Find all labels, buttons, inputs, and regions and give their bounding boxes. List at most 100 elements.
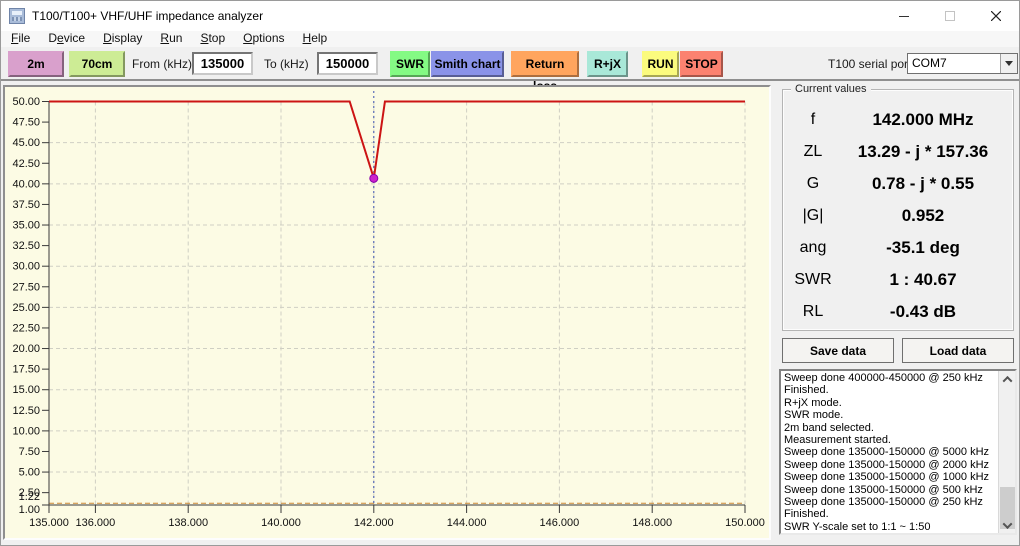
- log-line: Measurement started.: [784, 434, 891, 447]
- log-line: Finished.: [784, 384, 829, 397]
- svg-text:7.50: 7.50: [19, 446, 40, 458]
- swr-chart[interactable]: 50.00 47.50 45.00 42.50 40.00 37.50 35.00 32.50…: [5, 87, 769, 538]
- current-value: 0.78 - j * 0.55: [871, 174, 975, 193]
- svg-text:27.50: 27.50: [12, 281, 40, 293]
- svg-text:5.00: 5.00: [19, 467, 40, 479]
- current-value: -0.43 dB: [889, 302, 957, 321]
- app-icon: [9, 8, 25, 24]
- svg-text:35.00: 35.00: [12, 220, 40, 232]
- menu-item-display[interactable]: Display: [94, 31, 151, 47]
- log-line: Sweep done 135000-150000 @ 1000 kHz: [784, 471, 990, 484]
- minimize-icon[interactable]: [881, 1, 927, 31]
- log-line: Sweep done 135000-150000 @ 2000 kHz: [784, 458, 990, 471]
- load-data-button[interactable]: Load data: [902, 338, 1014, 363]
- svg-text:1.22: 1.22: [19, 491, 40, 503]
- title-bar: T100/T100+ VHF/UHF impedance analyzer: [1, 1, 1019, 31]
- menu-item-stop[interactable]: Stop: [191, 31, 234, 47]
- swr-chart-panel[interactable]: 50.00 47.50 45.00 42.50 40.00 37.50 35.00 32.50…: [3, 85, 771, 540]
- band-70cm-button[interactable]: 70cm: [69, 51, 125, 77]
- svg-text:148.000: 148.000: [632, 517, 672, 529]
- log-listbox[interactable]: Sweep done 400000-450000 @ 250 kHz Finish…: [779, 369, 1017, 535]
- current-value-row: f 142.000 MHz: [783, 104, 1013, 136]
- scroll-down-icon[interactable]: [999, 517, 1016, 533]
- svg-text:12.50: 12.50: [12, 405, 40, 417]
- current-value-row: |G| 0.952: [783, 200, 1013, 232]
- current-value-label: f: [810, 111, 816, 128]
- log-line: Sweep done 135000-150000 @ 500 kHz: [784, 483, 983, 496]
- current-value: 0.952: [901, 206, 945, 225]
- svg-text:136.000: 136.000: [76, 517, 116, 529]
- scroll-up-icon[interactable]: [999, 371, 1016, 387]
- svg-text:1.00: 1.00: [19, 504, 40, 516]
- current-value: 142.000 MHz: [872, 110, 974, 129]
- combo-dropdown-button[interactable]: [1000, 54, 1017, 73]
- serial-port-label: T100 serial port: [828, 57, 912, 71]
- to-khz-input[interactable]: [317, 52, 378, 75]
- serial-port-value: COM7: [912, 56, 947, 70]
- save-data-button[interactable]: Save data: [782, 338, 894, 363]
- menu-item-options[interactable]: Options: [234, 31, 293, 47]
- current-values-title: Current values: [791, 83, 871, 95]
- band-2m-button[interactable]: 2m: [8, 51, 64, 77]
- current-value-row: RL -0.43 dB: [783, 296, 1013, 328]
- svg-text:140.000: 140.000: [261, 517, 301, 529]
- log-line: R+jX mode.: [784, 396, 842, 409]
- menu-item-run[interactable]: Run: [151, 31, 191, 47]
- svg-text:138.000: 138.000: [168, 517, 208, 529]
- log-line: SWR Y-scale set to 1:1 ~ 1:50: [784, 520, 931, 533]
- log-scrollbar[interactable]: [998, 371, 1015, 533]
- return-loss-button[interactable]: Return loss: [511, 51, 579, 93]
- current-value-label: ang: [799, 239, 827, 256]
- close-icon[interactable]: [973, 1, 1019, 31]
- current-value: 13.29 - j * 157.36: [857, 142, 989, 161]
- log-line: Sweep done 135000-150000 @ 250 kHz: [784, 496, 983, 509]
- menu-bar: File Device Display Run Stop Options Help: [1, 31, 1019, 47]
- window-title: T100/T100+ VHF/UHF impedance analyzer: [32, 9, 264, 23]
- current-value-row: ang -35.1 deg: [783, 232, 1013, 264]
- menu-item-device[interactable]: Device: [39, 31, 94, 47]
- from-khz-input[interactable]: [192, 52, 253, 75]
- svg-text:10.00: 10.00: [12, 425, 40, 437]
- serial-port-select[interactable]: COM7: [907, 53, 1018, 74]
- svg-text:20.00: 20.00: [12, 343, 40, 355]
- rjx-mode-button[interactable]: R+jX: [587, 51, 628, 77]
- log-line: Finished.: [784, 508, 829, 521]
- run-button[interactable]: RUN: [642, 51, 679, 77]
- svg-text:47.50: 47.50: [12, 117, 40, 129]
- svg-text:30.00: 30.00: [12, 261, 40, 273]
- current-value-label: SWR: [794, 271, 832, 288]
- stop-button[interactable]: STOP: [680, 51, 723, 77]
- svg-text:15.00: 15.00: [12, 384, 40, 396]
- smith-chart-button[interactable]: Smith chart: [431, 51, 504, 77]
- svg-text:32.50: 32.50: [12, 240, 40, 252]
- current-value-row: SWR 1 : 40.67: [783, 264, 1013, 296]
- swr-mode-button[interactable]: SWR: [390, 51, 430, 77]
- toolbar: 2m 70cm From (kHz) To (kHz) SWR Smith ch…: [1, 47, 1019, 93]
- svg-text:146.000: 146.000: [540, 517, 580, 529]
- menu-item-file[interactable]: File: [2, 31, 39, 47]
- current-value-label: RL: [802, 303, 824, 320]
- svg-text:144.000: 144.000: [447, 517, 487, 529]
- from-khz-label: From (kHz): [132, 57, 192, 71]
- log-line: Sweep done 135000-150000 @ 5000 kHz: [784, 446, 990, 459]
- svg-text:17.50: 17.50: [12, 364, 40, 376]
- current-value-row: ZL 13.29 - j * 157.36: [783, 136, 1013, 168]
- current-value: -35.1 deg: [886, 238, 960, 257]
- current-value-label: G: [806, 175, 820, 192]
- svg-text:150.000: 150.000: [725, 517, 765, 529]
- svg-text:25.00: 25.00: [12, 302, 40, 314]
- current-value-label: ZL: [803, 143, 823, 160]
- log-line: SWR mode.: [784, 409, 844, 422]
- menu-item-help[interactable]: Help: [294, 31, 337, 47]
- svg-text:37.50: 37.50: [12, 199, 40, 211]
- svg-text:45.00: 45.00: [12, 137, 40, 149]
- app-window: T100/T100+ VHF/UHF impedance analyzer Fi…: [0, 0, 1020, 546]
- maximize-icon: [927, 1, 973, 31]
- svg-text:50.00: 50.00: [12, 96, 40, 108]
- svg-text:42.50: 42.50: [12, 158, 40, 170]
- svg-text:22.50: 22.50: [12, 322, 40, 334]
- current-value-row: G 0.78 - j * 0.55: [783, 168, 1013, 200]
- svg-text:40.00: 40.00: [12, 178, 40, 190]
- chevron-down-icon: [1005, 61, 1013, 66]
- to-khz-label: To (kHz): [264, 57, 309, 71]
